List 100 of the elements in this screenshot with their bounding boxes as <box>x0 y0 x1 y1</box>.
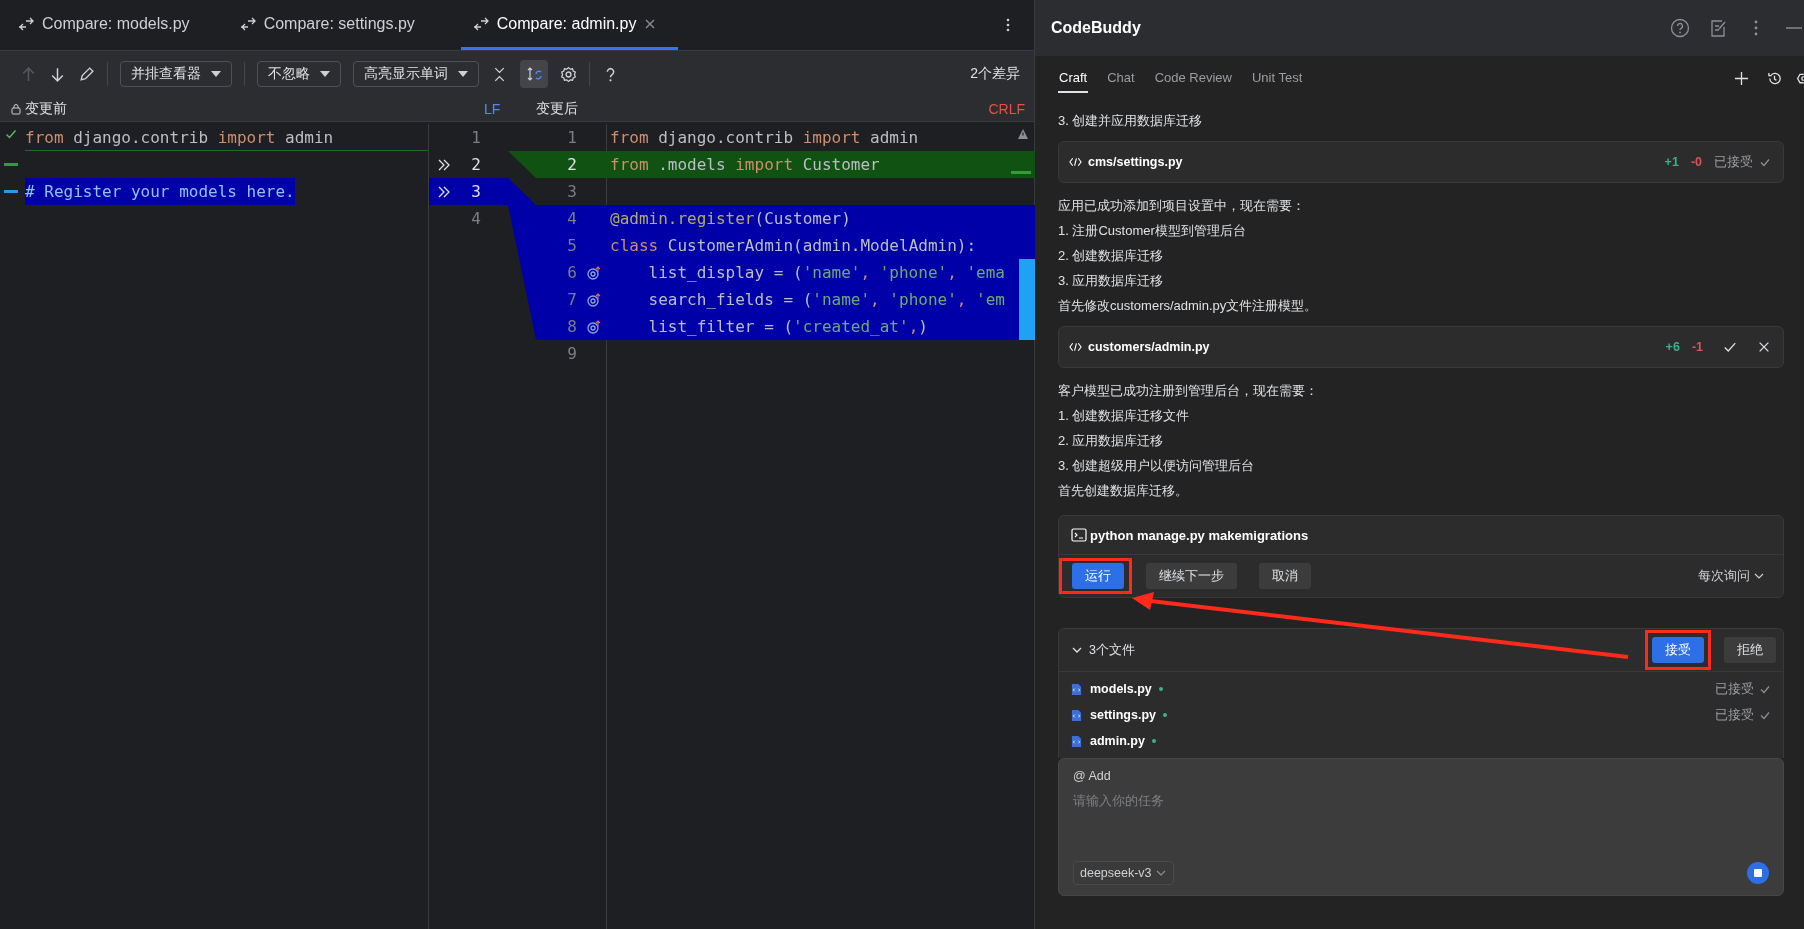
pane-title: 变更后 <box>536 100 579 118</box>
pane-title: 变更前 <box>25 100 67 118</box>
modified-dot <box>1163 713 1167 717</box>
action-button[interactable]: 运行 <box>1072 563 1124 589</box>
message-text: 2. 应用数据库迁移 <box>1058 432 1165 450</box>
accept-check-icon[interactable] <box>1723 340 1737 354</box>
caret-icon <box>320 71 330 77</box>
history-icon[interactable] <box>1767 70 1782 86</box>
editor-tab[interactable]: Compare: models.py <box>14 0 208 50</box>
plus-icon[interactable] <box>1734 70 1749 86</box>
file-icon <box>1071 682 1082 696</box>
code-icon <box>1069 342 1082 352</box>
code-line: list_display = ('name', 'phone', 'ema <box>647 262 1005 284</box>
file-change-card[interactable]: customers/admin.py +6 -1 <box>1058 326 1784 368</box>
compare-arrows-icon <box>18 15 34 32</box>
mode-tab[interactable]: Chat <box>1106 63 1136 93</box>
code-icon <box>1069 157 1082 167</box>
modified-dot <box>1151 739 1156 743</box>
caret-icon <box>458 71 468 77</box>
action-button[interactable]: 接受 <box>1652 637 1704 663</box>
task-input-field[interactable]: 请输入你的任务 <box>1073 793 1769 861</box>
double-chevron-icon[interactable] <box>437 157 451 172</box>
mode-tab[interactable]: Code Review <box>1153 63 1233 93</box>
message-text: 3. 创建超级用户以便访问管理后台 <box>1058 457 1256 475</box>
line-number: 5 <box>567 236 577 255</box>
chat-input[interactable]: @ Add 请输入你的任务 deepseek-v3 <box>1058 758 1784 896</box>
mode-dropdown[interactable]: 每次询问 <box>1692 566 1771 586</box>
line-number: 4 <box>471 209 481 228</box>
file-icon <box>1071 734 1082 748</box>
file-path: customers/admin.py <box>1088 340 1210 354</box>
code-line: class CustomerAdmin(admin.ModelAdmin): <box>610 235 977 257</box>
line-ending[interactable]: LF <box>484 101 501 117</box>
message-text: 客户模型已成功注册到管理后台，现在需要： <box>1058 382 1319 400</box>
modified-dot <box>1158 687 1163 691</box>
action-button[interactable]: 继续下一步 <box>1146 563 1237 589</box>
double-chevron-icon[interactable] <box>437 184 451 199</box>
sync-scroll-icon <box>526 66 542 82</box>
line-number: 1 <box>567 128 577 147</box>
removed-count: -1 <box>1691 340 1703 354</box>
add-context-button[interactable]: @ Add <box>1073 769 1111 783</box>
code-line: search_fields = ('name', 'phone', 'em <box>647 289 1005 311</box>
panel-title: CodeBuddy <box>1051 19 1141 37</box>
file-name[interactable]: models.py <box>1090 682 1152 696</box>
code-line: @admin.register(Customer) <box>610 208 851 230</box>
check-icon <box>1759 683 1771 695</box>
code-line: list_filter = ('created_at',) <box>647 316 928 338</box>
mode-tab[interactable]: Unit Test <box>1250 63 1304 93</box>
file-change-card[interactable]: cms/settings.py +1 -0 已接受 <box>1058 141 1784 183</box>
change-marker <box>4 190 18 193</box>
check-icon[interactable] <box>5 128 17 140</box>
line-number: 3 <box>567 182 577 201</box>
action-button[interactable]: 取消 <box>1259 563 1311 589</box>
dropdown[interactable]: 并排查看器 <box>120 61 232 87</box>
check-icon <box>1759 709 1771 721</box>
accepted-status: 已接受 <box>1715 706 1754 724</box>
line-ending[interactable]: CRLF <box>988 101 1025 117</box>
down-arrow-icon[interactable] <box>49 65 66 83</box>
message-text: 3. 应用数据库迁移 <box>1058 272 1165 290</box>
pencil-icon[interactable] <box>78 65 95 83</box>
message-text: 首先修改customers/admin.py文件注册模型。 <box>1058 297 1319 315</box>
compare-arrows-icon <box>239 15 256 32</box>
line-number: 9 <box>567 344 577 363</box>
message-text: 1. 创建数据库迁移文件 <box>1058 407 1191 425</box>
added-count: +1 <box>1664 155 1679 169</box>
line-number: 3 <box>471 182 481 201</box>
command-text: python manage.py makemigrations <box>1090 527 1309 543</box>
file-path: cms/settings.py <box>1088 155 1183 169</box>
mode-tab[interactable]: Craft <box>1058 63 1089 93</box>
compare-arrows-icon <box>472 15 489 32</box>
caret-icon <box>211 71 221 77</box>
edit-note-icon[interactable] <box>1708 18 1728 38</box>
removed-count: -0 <box>1690 155 1702 169</box>
change-marker <box>4 163 18 166</box>
action-button[interactable]: 拒绝 <box>1724 637 1776 663</box>
help-icon[interactable] <box>1670 18 1690 38</box>
file-name[interactable]: admin.py <box>1090 734 1145 748</box>
sync-scroll-toggle[interactable] <box>520 60 548 88</box>
message-text: 3. 创建并应用数据库迁移 <box>1058 112 1204 130</box>
warning-icon[interactable] <box>1017 128 1029 140</box>
stop-button[interactable] <box>1747 862 1769 884</box>
file-name[interactable]: settings.py <box>1090 708 1156 722</box>
change-marker <box>1011 171 1031 174</box>
accepted-status: 已接受 <box>1714 153 1753 171</box>
dropdown[interactable]: 不忽略 <box>257 61 341 87</box>
code-line: from django.contrib import admin <box>25 127 334 149</box>
change-stripe <box>1019 259 1035 286</box>
file-icon <box>1071 708 1082 722</box>
editor-tab[interactable]: Compare: settings.py <box>235 0 433 50</box>
added-count: +6 <box>1665 340 1680 354</box>
dropdown[interactable]: 高亮显示单词 <box>353 61 479 87</box>
terminal-icon <box>1071 527 1087 543</box>
settings-icon[interactable] <box>560 65 577 83</box>
line-number: 6 <box>567 263 577 282</box>
close-icon[interactable] <box>644 17 657 30</box>
line-number: 2 <box>567 155 577 174</box>
model-dropdown[interactable]: deepseek-v3 <box>1073 861 1174 885</box>
line-number: 2 <box>471 155 481 174</box>
message-text: 首先创建数据库迁移。 <box>1058 482 1189 500</box>
message-text: 应用已成功添加到项目设置中，现在需要： <box>1058 197 1306 215</box>
message-text: 2. 创建数据库迁移 <box>1058 247 1165 265</box>
